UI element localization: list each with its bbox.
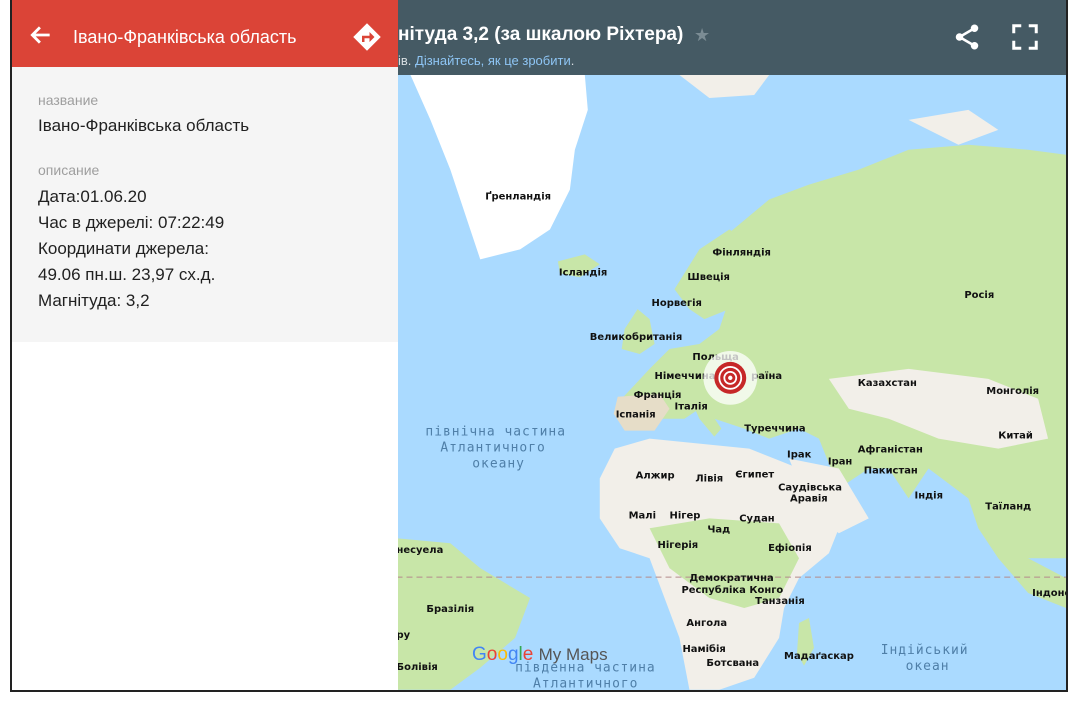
share-icon[interactable]	[952, 22, 982, 52]
label-tanzania: Танзанія	[755, 596, 805, 607]
name-label: название	[38, 92, 99, 108]
label-turkey: Туреччина	[744, 424, 805, 435]
ocean-north-atlantic-2: Атлантичного	[440, 441, 545, 456]
label-saudi-2: Аравія	[790, 493, 828, 504]
label-afghanistan: Афганістан	[858, 444, 923, 456]
ocean-south-atlantic-2: Атлантичного	[533, 677, 638, 690]
label-botswana: Ботсвана	[706, 658, 759, 669]
label-madagascar: Мадаґаскар	[784, 651, 854, 662]
label-iran: Іран	[828, 457, 853, 468]
subtitle-suffix: .	[570, 53, 575, 68]
description-line-coords: 49.06 пн.ш. 23,97 сх.д.	[38, 265, 216, 284]
label-pakistan: Пакистан	[864, 466, 918, 477]
label-finland: Фінляндія	[712, 247, 771, 258]
directions-icon[interactable]	[352, 22, 382, 52]
label-russia: Росія	[964, 290, 994, 301]
fullscreen-icon[interactable]	[1010, 22, 1040, 52]
label-sweden: Швеція	[687, 272, 730, 283]
label-kazakhstan: Казахстан	[858, 378, 917, 389]
label-nigeria: Нігерія	[658, 540, 699, 551]
label-algeria: Алжир	[636, 470, 675, 481]
label-mali: Малі	[629, 510, 656, 521]
label-uk: Великобританія	[590, 331, 682, 343]
earthquake-marker-icon[interactable]	[703, 350, 758, 405]
label-sudan: Судан	[739, 513, 775, 524]
label-drc-1: Демократична	[689, 573, 773, 584]
label-china: Китай	[998, 431, 1033, 442]
ocean-indian-1: Індійський	[881, 643, 969, 658]
description-label: описание	[38, 162, 100, 178]
ocean-north-atlantic-1: північна частина	[425, 425, 566, 440]
star-icon[interactable]: ★	[694, 25, 710, 46]
label-peru: ру	[397, 630, 411, 641]
label-drc-2: Республіка Конго	[681, 584, 783, 596]
label-bolivia: Болівія	[397, 662, 438, 673]
name-value: Івано-Франківська область	[38, 116, 250, 135]
panel-body: название Івано-Франківська область описа…	[12, 67, 398, 342]
label-libya: Лівія	[695, 473, 723, 484]
label-france: Франція	[634, 390, 682, 401]
google-wordmark: Google	[472, 644, 534, 665]
label-saudi-1: Саудівська	[778, 482, 842, 493]
back-arrow-icon[interactable]	[28, 22, 54, 48]
ocean-north-atlantic-3: океану	[472, 457, 525, 472]
label-angola: Ангола	[686, 618, 727, 629]
label-italy: Італія	[674, 402, 707, 413]
label-venezuela: несуела	[397, 545, 444, 556]
description-line-time: Час в джерелі: 07:22:49	[38, 213, 225, 232]
label-mongolia: Монголія	[986, 386, 1039, 397]
label-namibia: Намібія	[682, 643, 725, 655]
label-niger: Нігер	[670, 510, 701, 521]
google-my-maps-logo: Google My Maps	[472, 644, 608, 666]
map-title: нітуда 3,2 (за шкалою Ріхтера)	[398, 24, 684, 45]
learn-how-link[interactable]: Дізнайтесь, як це зробити	[415, 53, 571, 68]
feature-details-panel: Івано-Франківська область название Івано…	[12, 0, 398, 690]
description-line-coords-label: Координати джерела:	[38, 239, 209, 258]
label-iraq: Ірак	[787, 450, 812, 461]
label-iceland: Ісландія	[559, 267, 607, 278]
label-brazil: Бразілія	[426, 604, 474, 615]
label-egypt: Єгипет	[735, 469, 774, 480]
label-thailand: Таїланд	[985, 500, 1031, 512]
subtitle-prefix: ів.	[398, 53, 412, 68]
my-maps-label: My Maps	[538, 645, 608, 664]
map-frame: Ґренландія Ісландія Фінляндія Швеція Нор…	[10, 0, 1068, 692]
label-ethiopia: Ефіопія	[768, 542, 812, 554]
label-greenland: Ґренландія	[485, 190, 551, 203]
label-india: Індія	[915, 490, 943, 501]
ocean-indian-2: океан	[906, 659, 950, 674]
panel-header: Івано-Франківська область	[12, 0, 398, 67]
map-subtitle: ів. Дізнайтесь, як це зробити.	[398, 53, 574, 68]
label-chad: Чад	[707, 524, 730, 535]
label-indonesia: Індоне	[1032, 588, 1066, 599]
panel-title: Івано-Франківська область	[73, 27, 297, 47]
description-line-magnitude: Магнітуда: 3,2	[38, 291, 150, 310]
label-spain: Іспанія	[616, 410, 656, 421]
label-norway: Норвегія	[652, 298, 702, 309]
description-line-date: Дата:01.06.20	[38, 187, 147, 206]
